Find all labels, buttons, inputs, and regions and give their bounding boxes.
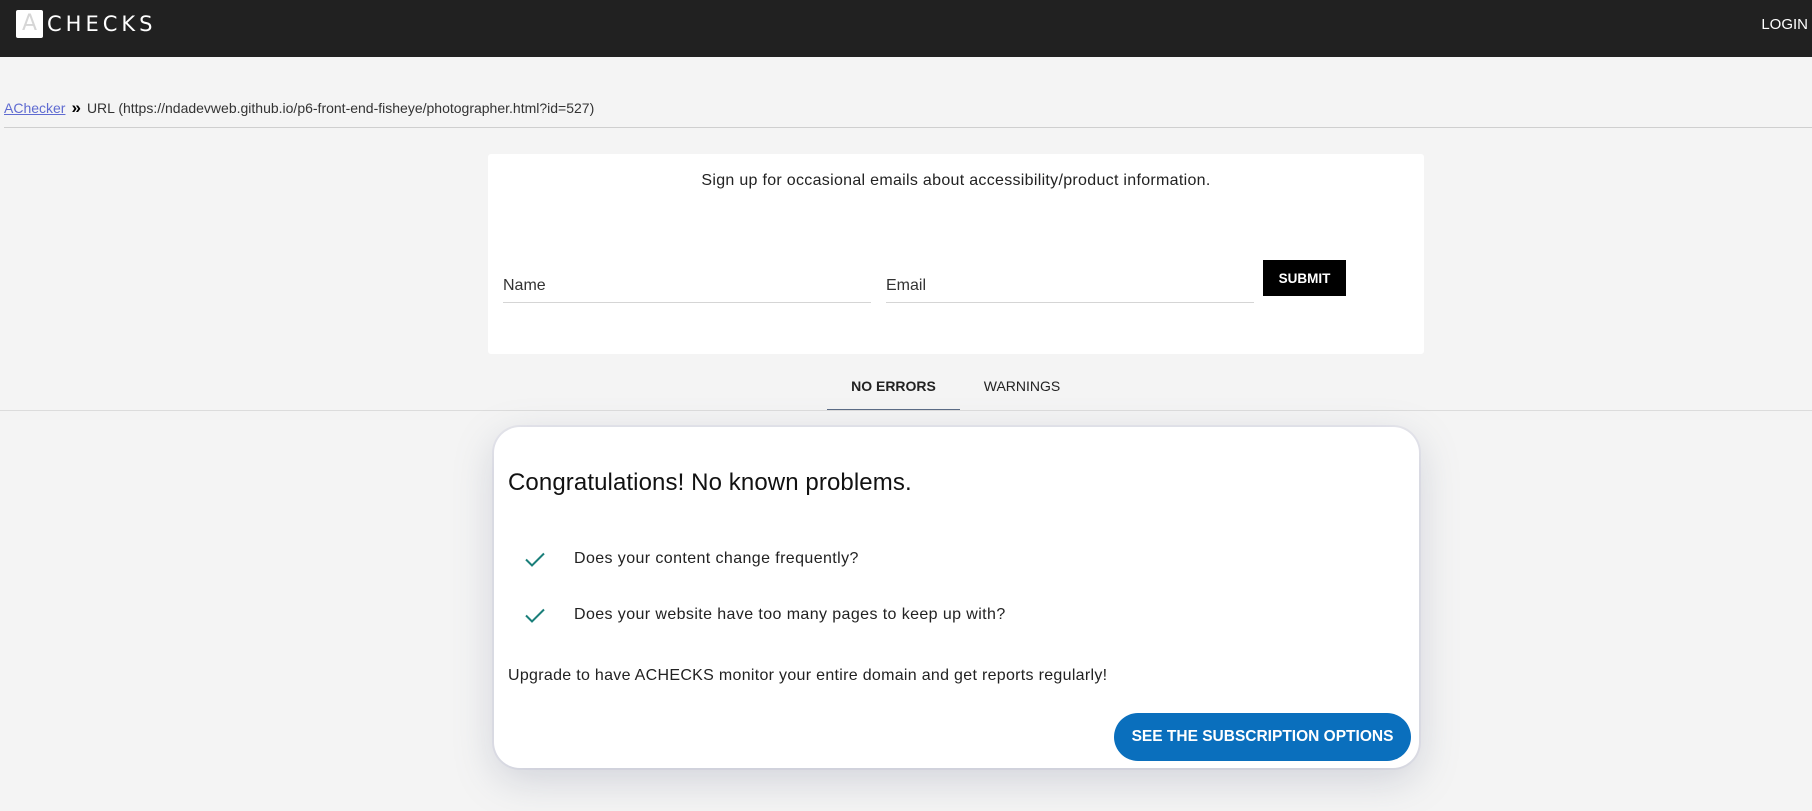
tab-no-errors[interactable]: NO ERRORS [827,370,960,411]
submit-button[interactable]: SUBMIT [1263,260,1346,296]
top-bar: A CHECKS LOGIN [0,0,1812,57]
check-item: Does your website have too many pages to… [524,603,1005,627]
breadcrumb-achecker-link[interactable]: AChecker [4,100,65,116]
logo-letter: A [16,10,43,38]
achecks-logo[interactable]: A CHECKS [16,10,157,38]
name-field-wrapper [503,271,871,303]
result-title: Congratulations! No known problems. [508,469,912,496]
logo-text: CHECKS [47,12,157,36]
newsletter-signup-card: Sign up for occasional emails about acce… [488,154,1424,354]
result-card: Congratulations! No known problems. Does… [494,427,1419,768]
check-icon [525,552,545,567]
name-input[interactable] [503,271,871,301]
check-item-label: Does your content change frequently? [574,550,859,567]
breadcrumb: AChecker » URL (https://ndadevweb.github… [4,98,594,118]
email-input[interactable] [886,271,1254,301]
breadcrumb-separator-icon: » [71,98,81,117]
see-subscription-options-button[interactable]: SEE THE SUBSCRIPTION OPTIONS [1114,713,1411,761]
breadcrumb-divider [4,127,1812,128]
tab-warnings[interactable]: WARNINGS [972,370,1072,410]
login-link[interactable]: LOGIN [1761,16,1808,33]
upgrade-text: Upgrade to have ACHECKS monitor your ent… [508,667,1108,684]
check-icon [525,608,545,623]
tabs-divider [0,410,1812,411]
email-field-wrapper [886,271,1254,303]
check-item-label: Does your website have too many pages to… [574,606,1006,623]
results-tabs: NO ERRORS WARNINGS [0,370,1812,411]
breadcrumb-current-url: URL (https://ndadevweb.github.io/p6-fron… [86,100,595,116]
check-item: Does your content change frequently? [524,547,858,571]
signup-description: Sign up for occasional emails about acce… [701,172,1211,189]
